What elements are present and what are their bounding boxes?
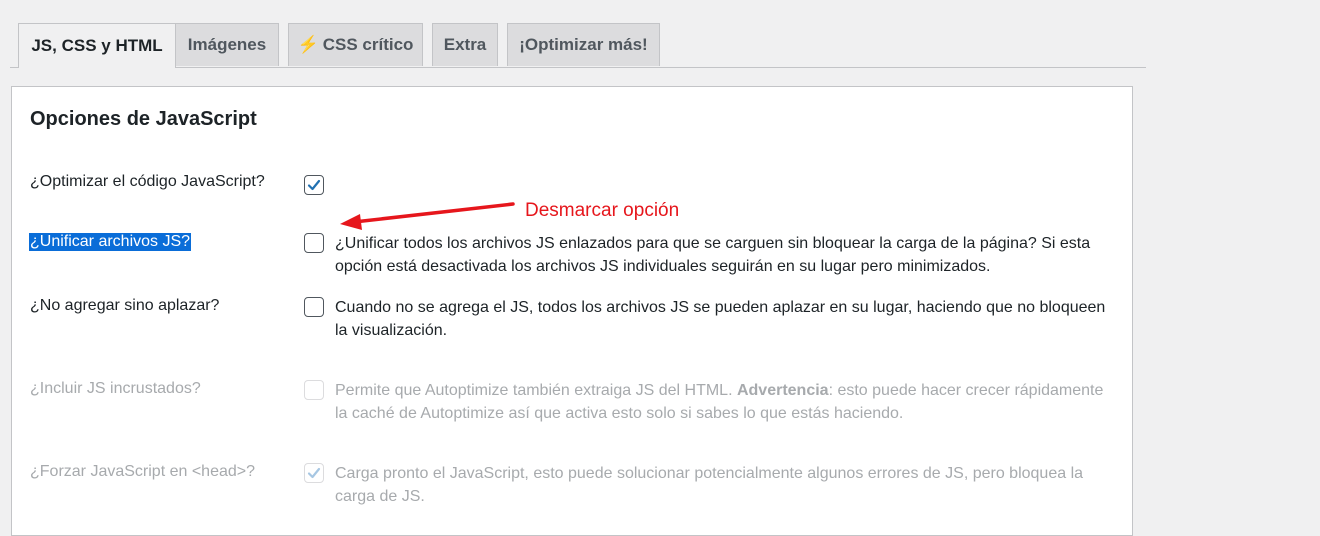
checkmark-icon: [307, 467, 321, 479]
warning-label: Advertencia: [736, 382, 829, 399]
annotation-text: Desmarcar opción: [525, 200, 680, 221]
tab-label: JS, CSS y HTML: [31, 36, 163, 55]
tab-label: ¡Optimizar más!: [519, 35, 648, 54]
lightning-bolt-icon: ⚡: [297, 35, 319, 54]
force-js-head-checkbox: [304, 463, 324, 483]
include-inline-js-checkbox: [304, 380, 324, 400]
tab-label: Extra: [443, 35, 487, 54]
tab-label: Imágenes: [187, 35, 267, 54]
settings-tabs: JS, CSS y HTML Imágenes ⚡ CSS crítico Ex…: [10, 23, 1146, 68]
option-description: Carga pronto el JavaScript, esto puede s…: [335, 465, 1084, 505]
javascript-options-panel: Opciones de JavaScript ¿Optimizar el cód…: [11, 86, 1133, 536]
tab-optimizar-mas[interactable]: ¡Optimizar más!: [507, 23, 660, 66]
defer-js-checkbox[interactable]: [304, 297, 324, 317]
option-label-optimizar-js: ¿Optimizar el código JavaScript?: [30, 173, 265, 190]
tab-imagenes[interactable]: Imágenes: [175, 23, 279, 66]
annotation-arrow: [340, 202, 515, 230]
option-description: Permite que Autoptimize también extraiga…: [335, 379, 1115, 425]
tab-label: CSS crítico: [322, 35, 414, 54]
tab-js-css-html[interactable]: JS, CSS y HTML: [18, 23, 176, 68]
option-description: ¿Unificar todos los archivos JS enlazado…: [335, 235, 1091, 275]
description-text: Permite que Autoptimize también extraiga…: [335, 382, 737, 399]
option-description: Cuando no se agrega el JS, todos los arc…: [335, 299, 1106, 339]
option-label-unificar-js: ¿Unificar archivos JS?: [29, 233, 192, 251]
panel-title: Opciones de JavaScript: [30, 108, 257, 130]
aggregate-js-checkbox[interactable]: [304, 233, 324, 253]
option-label-incluir-inline: ¿Incluir JS incrustados?: [30, 380, 201, 397]
checkmark-icon: [307, 179, 321, 191]
tab-extra[interactable]: Extra: [432, 23, 498, 66]
option-label-aplazar: ¿No agregar sino aplazar?: [30, 297, 220, 314]
option-label-forzar-head: ¿Forzar JavaScript en <head>?: [30, 463, 256, 480]
tab-css-critico[interactable]: ⚡ CSS crítico: [288, 23, 423, 66]
optimize-js-checkbox[interactable]: [304, 175, 324, 195]
